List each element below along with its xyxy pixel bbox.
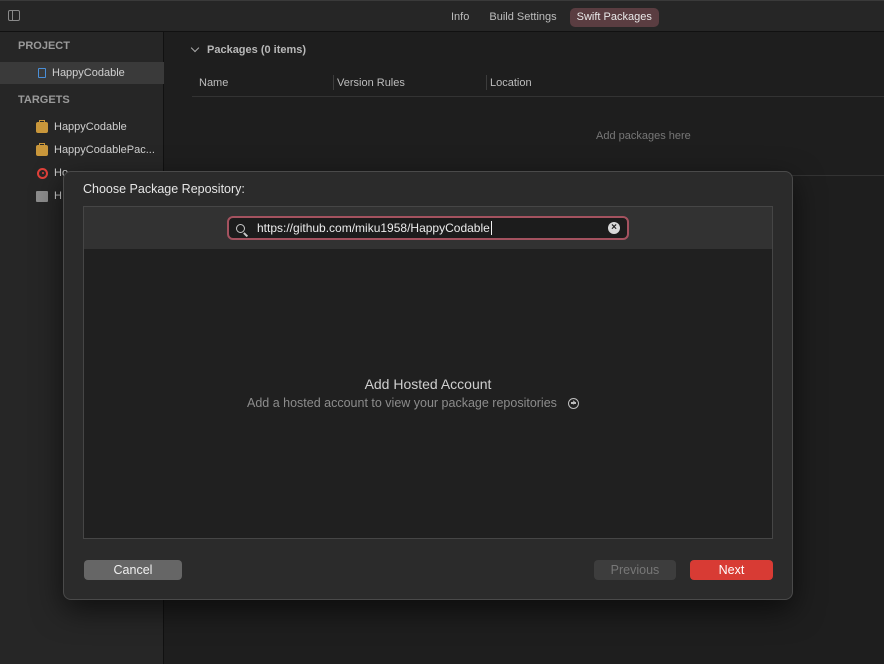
framework-box-icon (36, 190, 48, 202)
column-header-version-rules[interactable]: Version Rules (337, 77, 405, 89)
briefcase-icon (36, 142, 48, 156)
search-icon (236, 223, 245, 233)
nav-item-target-happycodablepac[interactable]: HappyCodablePac... (0, 139, 164, 161)
editor-toolbar: Info Build Settings Swift Packages (0, 0, 884, 32)
chevron-down-icon (190, 43, 200, 53)
project-section-header: PROJECT (18, 40, 70, 52)
editor-tabs: Info Build Settings Swift Packages (444, 8, 659, 27)
packages-header[interactable]: Packages (0 items) (190, 43, 307, 56)
briefcase-icon (36, 119, 48, 133)
next-button[interactable]: Next (690, 560, 773, 580)
nav-item-project[interactable]: HappyCodable (0, 62, 164, 84)
nav-item-target-happycodable[interactable]: HappyCodable (0, 116, 164, 138)
nav-item-label: HappyCodablePac... (54, 144, 155, 156)
add-hosted-account-subtitle-text: Add a hosted account to view your packag… (247, 396, 557, 410)
choose-package-sheet: Choose Package Repository: https://githu… (63, 171, 793, 600)
packages-empty-text: Add packages here (596, 130, 691, 142)
sidebar-toggle-icon[interactable] (8, 10, 20, 21)
arrow-right-circle-icon[interactable] (567, 397, 579, 409)
column-divider (333, 75, 334, 90)
tab-swift-packages[interactable]: Swift Packages (569, 8, 659, 27)
column-header-location[interactable]: Location (490, 77, 532, 89)
column-header-name[interactable]: Name (199, 77, 228, 89)
swift-file-icon (38, 68, 46, 78)
column-divider (486, 75, 487, 90)
packages-header-label: Packages (0 items) (207, 44, 307, 56)
table-divider (192, 96, 884, 97)
add-hosted-account-subtitle: Add a hosted account to view your packag… (247, 396, 579, 410)
previous-button[interactable]: Previous (594, 560, 676, 580)
targets-section-header: TARGETS (18, 94, 70, 106)
tab-info[interactable]: Info (444, 8, 476, 27)
sheet-title: Choose Package Repository: (83, 182, 245, 196)
search-bar: https://github.com/miku1958/HappyCodable… (84, 207, 772, 249)
repository-search-field[interactable]: https://github.com/miku1958/HappyCodable… (227, 216, 629, 240)
tab-build-settings[interactable]: Build Settings (482, 8, 563, 27)
repository-url-input[interactable]: https://github.com/miku1958/HappyCodable (257, 221, 492, 236)
clear-icon[interactable]: × (608, 222, 620, 234)
nav-item-label: HappyCodable (54, 121, 127, 133)
nav-item-label: H (54, 190, 62, 202)
target-icon (37, 167, 48, 179)
text-caret (490, 221, 492, 236)
nav-item-label: HappyCodable (52, 67, 125, 79)
repository-panel: https://github.com/miku1958/HappyCodable… (83, 206, 773, 539)
add-hosted-account-title: Add Hosted Account (364, 376, 492, 392)
cancel-button[interactable]: Cancel (84, 560, 182, 580)
